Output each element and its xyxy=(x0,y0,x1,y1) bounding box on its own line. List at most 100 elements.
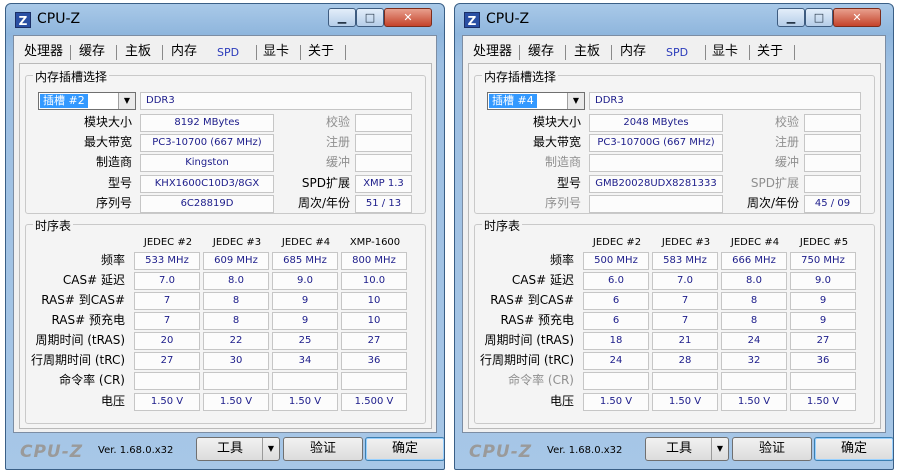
window-title: CPU-Z xyxy=(37,11,81,27)
memory-type-field: DDR3 xyxy=(589,92,861,110)
timing-col-header: JEDEC #3 xyxy=(661,237,711,248)
manufacturer-label: 制造商 xyxy=(95,155,132,169)
tab-separator xyxy=(345,45,346,60)
timing-cell: 7 xyxy=(652,312,718,330)
spd-panel: 内存插槽选择 插槽 #4 ▼ DDR3 模块大小 2048 MBytes 最大带… xyxy=(468,63,881,429)
timing-row-label: 频率 xyxy=(549,253,574,267)
timing-cell: 500 MHz xyxy=(583,252,649,270)
timing-row-label: CAS# 延迟 xyxy=(511,273,574,287)
timing-row-label: 电压 xyxy=(549,394,574,408)
timing-cell xyxy=(134,372,200,390)
tab-processor[interactable]: 处理器 xyxy=(473,42,512,62)
module-size-label: 模块大小 xyxy=(532,115,581,129)
timings-group-label: 时序表 xyxy=(482,217,523,234)
registered-label: 注册 xyxy=(774,135,799,149)
tab-cache[interactable]: 缓存 xyxy=(79,42,105,62)
title-bar[interactable]: Z CPU-Z ▁ □ ✕ xyxy=(455,4,893,34)
timing-cell: 1.50 V xyxy=(790,393,856,411)
serial-number-field: 6C28819D xyxy=(140,195,274,213)
manufacturer-label: 制造商 xyxy=(544,155,581,169)
timing-cell: 1.50 V xyxy=(272,393,338,411)
timing-col-header: JEDEC #4 xyxy=(281,237,331,248)
chevron-down-icon[interactable]: ▼ xyxy=(711,438,728,460)
slot-select[interactable]: 插槽 #2 ▼ xyxy=(38,92,136,110)
part-number-label: 型号 xyxy=(107,176,132,190)
tab-about[interactable]: 关于 xyxy=(308,42,334,62)
timing-cell xyxy=(583,372,649,390)
tools-button[interactable]: 工具 ▼ xyxy=(645,437,729,461)
serial-number-label: 序列号 xyxy=(544,196,581,210)
timing-cell: 1.500 V xyxy=(341,393,407,411)
spd-ext-field xyxy=(804,175,861,193)
tab-processor[interactable]: 处理器 xyxy=(24,42,63,62)
timing-cell: 750 MHz xyxy=(790,252,856,270)
max-bandwidth-label: 最大带宽 xyxy=(83,135,132,149)
tab-mainboard[interactable]: 主板 xyxy=(125,42,151,62)
timing-cell: 6 xyxy=(583,292,649,310)
chevron-down-icon[interactable]: ▼ xyxy=(118,93,135,109)
timing-row-label: RAS# 到CAS# xyxy=(41,293,125,307)
tab-separator xyxy=(70,45,71,60)
timing-cell: 9.0 xyxy=(790,272,856,290)
serial-number-field xyxy=(589,195,723,213)
timing-cell: 25 xyxy=(272,332,338,350)
week-year-label: 周次/年份 xyxy=(297,196,350,210)
timing-col-header: JEDEC #5 xyxy=(799,237,849,248)
cpuz-window-left: Z CPU-Z ▁ □ ✕ 处理器 缓存 主板 内存 SPD 显卡 关于 内存插… xyxy=(5,3,445,470)
minimize-button[interactable]: ▁ xyxy=(777,8,805,27)
tab-separator xyxy=(519,45,520,60)
tab-spd[interactable]: SPD xyxy=(217,43,239,63)
tab-graphics[interactable]: 显卡 xyxy=(712,42,738,62)
timing-cell: 800 MHz xyxy=(341,252,407,270)
timing-cell: 10 xyxy=(341,292,407,310)
serial-number-label: 序列号 xyxy=(95,196,132,210)
memory-type-field: DDR3 xyxy=(140,92,412,110)
timing-cell: 685 MHz xyxy=(272,252,338,270)
tab-about[interactable]: 关于 xyxy=(757,42,783,62)
validate-button[interactable]: 验证 xyxy=(283,437,363,461)
tab-mainboard[interactable]: 主板 xyxy=(574,42,600,62)
tab-memory[interactable]: 内存 xyxy=(620,42,646,62)
tab-graphics[interactable]: 显卡 xyxy=(263,42,289,62)
timing-cell: 10 xyxy=(341,312,407,330)
correction-field xyxy=(804,114,861,132)
slot-selection-group: 内存插槽选择 插槽 #4 ▼ DDR3 模块大小 2048 MBytes 最大带… xyxy=(474,68,875,214)
correction-label: 校验 xyxy=(774,115,799,129)
timing-cell: 27 xyxy=(790,332,856,350)
timing-cell xyxy=(652,372,718,390)
registered-label: 注册 xyxy=(325,135,350,149)
title-bar[interactable]: Z CPU-Z ▁ □ ✕ xyxy=(6,4,444,34)
cpuz-app-icon: Z xyxy=(15,12,31,28)
chevron-down-icon[interactable]: ▼ xyxy=(567,93,584,109)
footer-bar: CPU-Z Ver. 1.68.0.x32 工具 ▼ 验证 确定 xyxy=(13,434,444,464)
chevron-down-icon[interactable]: ▼ xyxy=(262,438,279,460)
timing-cell: 8 xyxy=(721,292,787,310)
timing-cell: 30 xyxy=(203,352,269,370)
tools-button[interactable]: 工具 ▼ xyxy=(196,437,280,461)
slot-select[interactable]: 插槽 #4 ▼ xyxy=(487,92,585,110)
timing-cell: 27 xyxy=(134,352,200,370)
minimize-button[interactable]: ▁ xyxy=(328,8,356,27)
ok-button[interactable]: 确定 xyxy=(814,437,893,461)
validate-button[interactable]: 验证 xyxy=(732,437,812,461)
maximize-button[interactable]: □ xyxy=(805,8,833,27)
close-button[interactable]: ✕ xyxy=(833,8,881,27)
timing-cell: 9 xyxy=(790,292,856,310)
timing-row-label: CAS# 延迟 xyxy=(62,273,125,287)
maximize-button[interactable]: □ xyxy=(356,8,384,27)
correction-label: 校验 xyxy=(325,115,350,129)
max-bandwidth-field: PC3-10700G (667 MHz) xyxy=(589,134,723,152)
tab-spd[interactable]: SPD xyxy=(666,43,688,63)
module-size-field: 2048 MBytes xyxy=(589,114,723,132)
timing-cell: 609 MHz xyxy=(203,252,269,270)
buffered-field xyxy=(355,154,412,172)
cpuz-brand-logo: CPU-Z xyxy=(20,442,84,462)
spd-ext-label: SPD扩展 xyxy=(301,176,350,190)
tab-memory[interactable]: 内存 xyxy=(171,42,197,62)
week-year-field: 45 / 09 xyxy=(804,195,861,213)
ok-button[interactable]: 确定 xyxy=(365,437,444,461)
timing-cell: 7.0 xyxy=(134,272,200,290)
tab-cache[interactable]: 缓存 xyxy=(528,42,554,62)
tools-button-label: 工具 xyxy=(216,441,243,456)
close-button[interactable]: ✕ xyxy=(384,8,432,27)
